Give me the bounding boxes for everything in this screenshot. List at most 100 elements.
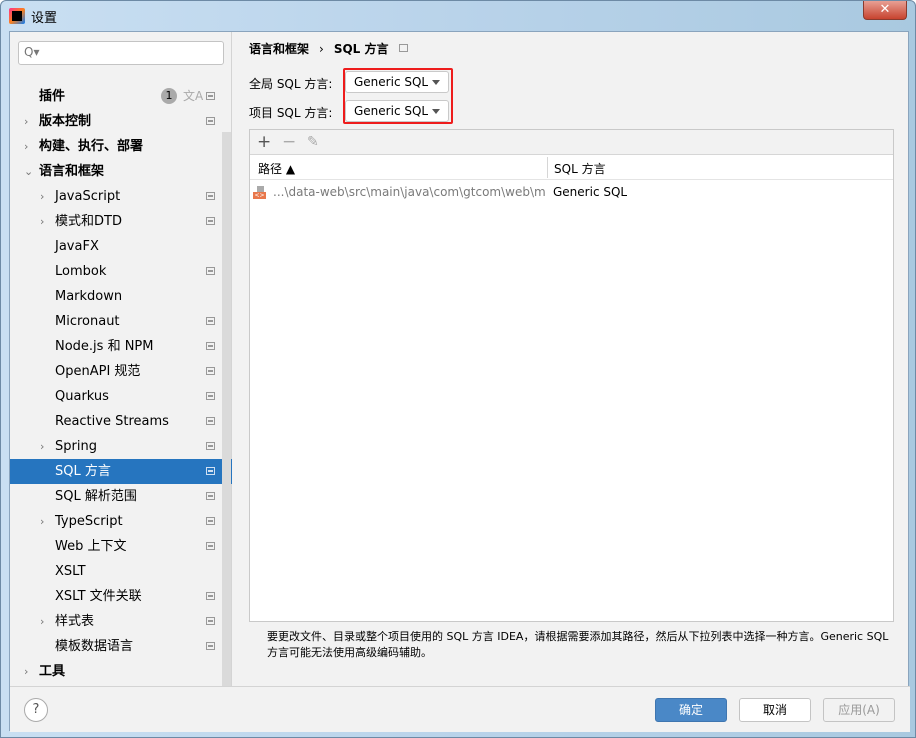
sidebar-item[interactable]: XSLT xyxy=(10,559,232,584)
sidebar-item[interactable]: SQL 方言 xyxy=(10,459,232,484)
project-scope-icon xyxy=(206,617,215,625)
highlight-box xyxy=(343,68,453,124)
sidebar-item-label: TypeScript xyxy=(55,514,123,529)
project-scope-icon xyxy=(206,317,215,325)
column-header-dialect[interactable]: SQL 方言 xyxy=(554,160,606,177)
sidebar-item[interactable]: › 模式和DTD xyxy=(10,209,232,234)
add-icon[interactable]: + xyxy=(257,132,271,152)
close-button[interactable]: ✕ xyxy=(863,1,907,20)
sidebar-item-label: Reactive Streams xyxy=(55,414,169,429)
sidebar-item[interactable]: › 样式表 xyxy=(10,609,232,634)
chevron-right-icon[interactable]: › xyxy=(40,609,44,634)
sidebar-item-label: Web 上下文 xyxy=(55,539,127,554)
sidebar-item[interactable]: Micronaut xyxy=(10,309,232,334)
sidebar-item-label: 模板数据语言 xyxy=(55,639,134,654)
path-dialect-table: + − ✎ 路径 ▲ SQL 方言 ...\data-web\src\main\… xyxy=(249,129,894,622)
sidebar-item[interactable]: Reactive Streams xyxy=(10,409,232,434)
table-toolbar: + − ✎ xyxy=(250,130,893,155)
sidebar-item[interactable]: Quarkus xyxy=(10,384,232,409)
row-path: ...\data-web\src\main\java\com\gtcom\web… xyxy=(273,185,546,199)
project-dialect-label: 项目 SQL 方言: xyxy=(249,106,333,120)
sidebar-item-label: Lombok xyxy=(55,264,107,279)
sidebar-item[interactable]: › 版本控制 xyxy=(10,109,232,134)
sidebar-item-label: 版本控制 xyxy=(39,114,92,129)
sidebar-item[interactable]: XSLT 文件关联 xyxy=(10,584,232,609)
project-scope-icon xyxy=(206,517,215,525)
project-scope-icon xyxy=(206,492,215,500)
sidebar-item[interactable]: Web 上下文 xyxy=(10,534,232,559)
sidebar-scrollbar[interactable] xyxy=(222,132,231,686)
sidebar-item[interactable]: 插件 1 文A xyxy=(10,84,232,109)
sidebar-item-label: 样式表 xyxy=(55,614,95,629)
search-input[interactable]: Q▾ xyxy=(18,41,224,65)
sidebar-item[interactable]: › Spring xyxy=(10,434,232,459)
project-scope-icon xyxy=(206,442,215,450)
remove-icon[interactable]: − xyxy=(282,132,296,152)
sidebar-item[interactable]: Lombok xyxy=(10,259,232,284)
project-scope-icon xyxy=(206,117,215,125)
intellij-app-icon xyxy=(9,8,25,24)
chevron-right-icon[interactable]: › xyxy=(40,509,44,534)
project-scope-icon xyxy=(206,217,215,225)
sidebar-item[interactable]: › 工具 xyxy=(10,659,232,684)
sidebar-item[interactable]: › TypeScript xyxy=(10,509,232,534)
ok-button[interactable]: 确定 xyxy=(655,698,727,722)
table-header: 路径 ▲ SQL 方言 xyxy=(250,155,893,180)
sidebar-item[interactable]: › 构建、执行、部署 xyxy=(10,134,232,159)
settings-window: 设置 ✕ Q▾ 插件 1 文A › 版本控制 › 构建、执行、部署 ⌄ 语言和框架 › JavaSc… xyxy=(0,0,916,738)
sidebar-item-label: JavaFX xyxy=(55,239,99,254)
help-button[interactable]: ? xyxy=(24,698,48,722)
search-icon: Q▾ xyxy=(24,45,40,59)
sidebar-item-label: JavaScript xyxy=(55,189,121,204)
breadcrumb-parent[interactable]: 语言和框架 xyxy=(249,42,309,56)
project-scope-icon xyxy=(206,467,215,475)
sidebar-item[interactable]: › JavaScript xyxy=(10,184,232,209)
project-scope-icon xyxy=(206,642,215,650)
global-dialect-label: 全局 SQL 方言: xyxy=(249,77,333,91)
apply-button[interactable]: 应用(A) xyxy=(823,698,895,722)
settings-tree: 插件 1 文A › 版本控制 › 构建、执行、部署 ⌄ 语言和框架 › JavaScript › 模式和… xyxy=(10,72,232,686)
sidebar-item[interactable]: SQL 解析范围 xyxy=(10,484,232,509)
sidebar-item-label: 语言和框架 xyxy=(39,164,105,179)
sidebar-item[interactable]: ⌄ 语言和框架 xyxy=(10,159,232,184)
sidebar-item-label: 模式和DTD xyxy=(55,214,122,229)
breadcrumb-current: SQL 方言 xyxy=(333,42,389,56)
update-count-badge: 1 xyxy=(161,88,177,104)
sidebar-item-label: Markdown xyxy=(55,289,123,304)
project-scope-icon xyxy=(206,192,215,200)
chevron-right-icon[interactable]: › xyxy=(40,184,44,209)
dialog-body: Q▾ 插件 1 文A › 版本控制 › 构建、执行、部署 ⌄ 语言和框架 › JavaScript ›… xyxy=(9,31,910,732)
column-divider[interactable] xyxy=(547,157,548,178)
breadcrumb: 语言和框架 › SQL 方言 xyxy=(249,40,389,57)
chevron-right-icon[interactable]: › xyxy=(24,134,28,159)
column-header-path[interactable]: 路径 ▲ xyxy=(258,160,295,177)
project-scope-icon xyxy=(399,44,408,52)
sidebar-item[interactable]: Markdown xyxy=(10,284,232,309)
table-row[interactable]: ...\data-web\src\main\java\com\gtcom\web… xyxy=(250,180,893,205)
sidebar-item-label: XSLT 文件关联 xyxy=(55,589,142,604)
help-note: 要更改文件、目录或整个项目使用的 SQL 方言 IDEA，请根据需要添加其路径，… xyxy=(267,630,889,659)
project-scope-icon xyxy=(206,342,215,350)
sidebar-item-label: Micronaut xyxy=(55,314,120,329)
project-scope-icon xyxy=(206,592,215,600)
cancel-button[interactable]: 取消 xyxy=(739,698,811,722)
sidebar-item[interactable]: OpenAPI 规范 xyxy=(10,359,232,384)
chevron-right-icon[interactable]: › xyxy=(24,109,28,134)
edit-icon[interactable]: ✎ xyxy=(307,134,319,150)
sidebar-item[interactable]: Node.js 和 NPM xyxy=(10,334,232,359)
project-scope-icon xyxy=(206,92,215,100)
sidebar-item-label: Spring xyxy=(55,439,97,454)
chevron-right-icon[interactable]: › xyxy=(40,209,44,234)
sidebar-item-label: SQL 解析范围 xyxy=(55,489,137,504)
sidebar-item[interactable]: JavaFX xyxy=(10,234,232,259)
chevron-right-icon[interactable]: › xyxy=(40,434,44,459)
chevron-down-icon[interactable]: ⌄ xyxy=(24,159,33,184)
title-bar: 设置 ✕ xyxy=(1,1,915,31)
sidebar-item-label: 插件 xyxy=(39,89,66,104)
sidebar-item-label: XSLT xyxy=(55,564,86,579)
sidebar-item-label: OpenAPI 规范 xyxy=(55,364,141,379)
chevron-right-icon[interactable]: › xyxy=(24,659,28,684)
project-scope-icon xyxy=(206,417,215,425)
row-dialect[interactable]: Generic SQL xyxy=(553,185,627,199)
sidebar-item[interactable]: 模板数据语言 xyxy=(10,634,232,659)
